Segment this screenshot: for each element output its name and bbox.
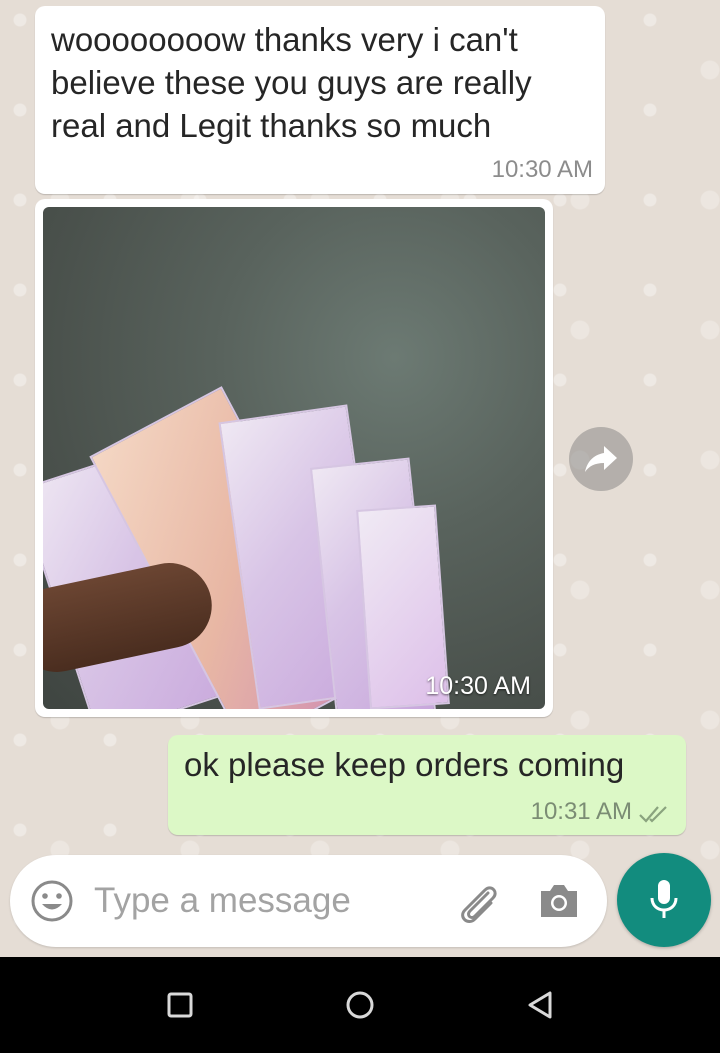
circle-icon[interactable] — [340, 985, 380, 1025]
forward-arrow-icon — [585, 446, 617, 472]
message-text: ok please keep orders coming — [184, 746, 625, 783]
message-time: 10:31 AM — [530, 798, 632, 825]
message-time: 10:30 AM — [491, 156, 593, 183]
square-icon[interactable] — [160, 985, 200, 1025]
microphone-button[interactable] — [617, 853, 711, 947]
message-input[interactable] — [94, 877, 424, 925]
system-navigation-bar — [0, 957, 720, 1053]
double-check-icon — [639, 806, 667, 823]
forward-button[interactable] — [569, 427, 633, 491]
back-triangle-icon[interactable] — [520, 985, 560, 1025]
photo-time: 10:30 AM — [425, 672, 531, 700]
chat-area[interactable]: woooooooow thanks very i can't believe t… — [0, 0, 720, 957]
message-bubble-incoming[interactable]: woooooooow thanks very i can't believe t… — [35, 6, 605, 194]
emoji-icon[interactable] — [30, 879, 74, 923]
photo-attachment[interactable]: 10:30 AM — [43, 207, 545, 709]
paperclip-icon[interactable] — [454, 881, 504, 925]
message-bubble-outgoing[interactable]: ok please keep orders coming 10:31 AM — [168, 735, 686, 835]
microphone-icon — [650, 880, 678, 918]
message-text: woooooooow thanks very i can't believe t… — [51, 21, 532, 144]
message-composer — [10, 855, 607, 947]
camera-icon[interactable] — [537, 881, 581, 921]
photo-message-bubble[interactable]: 10:30 AM — [35, 199, 553, 717]
